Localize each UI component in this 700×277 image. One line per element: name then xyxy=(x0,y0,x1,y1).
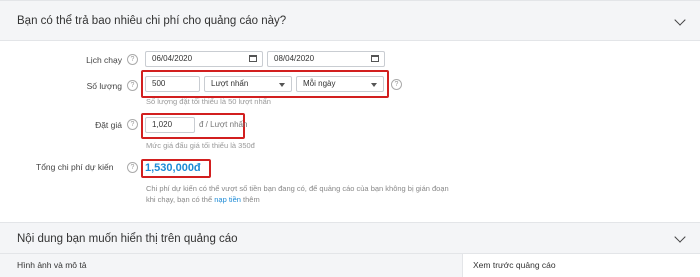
content-subheader: Hình ảnh và mô tả Xem trước quảng cáo xyxy=(0,254,700,277)
start-date-field[interactable]: 06/04/2020 xyxy=(145,51,263,67)
help-icon[interactable]: ? xyxy=(127,119,138,130)
total-label: Tổng chi phí dự kiến xyxy=(36,162,114,172)
content-section-header[interactable]: Nội dung bạn muốn hiển thị trên quảng cá… xyxy=(0,222,700,254)
end-date-value: 08/04/2020 xyxy=(274,54,315,63)
budget-section-header[interactable]: Bạn có thể trả bao nhiêu chi phí cho quả… xyxy=(0,0,700,41)
top-up-link[interactable]: nạp tiền xyxy=(214,195,241,204)
start-date-value: 06/04/2020 xyxy=(152,54,193,63)
quantity-unit-value: Lượt nhấn xyxy=(211,79,249,88)
help-icon[interactable]: ? xyxy=(127,162,138,173)
warning-suffix: thêm xyxy=(240,195,260,204)
end-date-field[interactable]: 08/04/2020 xyxy=(267,51,385,67)
images-description-label: Hình ảnh và mô tả xyxy=(17,260,87,270)
total-cost-value: 1,530,000đ xyxy=(145,162,201,174)
calendar-icon[interactable] xyxy=(249,55,257,62)
content-section-title: Nội dung bạn muốn hiển thị trên quảng cá… xyxy=(17,233,238,245)
help-icon[interactable]: ? xyxy=(127,80,138,91)
help-icon[interactable]: ? xyxy=(391,79,402,90)
quantity-unit-select[interactable]: Lượt nhấn xyxy=(204,76,292,92)
quantity-input[interactable]: 500 xyxy=(145,76,200,92)
chevron-down-icon[interactable] xyxy=(674,231,686,243)
schedule-label: Lịch chạy xyxy=(86,55,122,65)
bid-value: 1,020 xyxy=(152,120,173,129)
quantity-hint: Số lượng đặt tối thiểu là 50 lượt nhấn xyxy=(146,97,271,106)
dropdown-caret-icon xyxy=(279,83,285,87)
budget-warning: Chi phí dự kiến có thể vượt số tiền bạn … xyxy=(146,183,449,205)
warning-prefix: khi chạy, bạn có thể xyxy=(146,195,215,204)
help-icon[interactable]: ? xyxy=(127,54,138,65)
quantity-label: Số lượng xyxy=(86,81,122,91)
quantity-period-select[interactable]: Mỗi ngày xyxy=(296,76,384,92)
warning-line-2: khi chạy, bạn có thể nạp tiền thêm xyxy=(146,194,449,205)
bid-label: Đặt giá xyxy=(95,120,122,130)
quantity-period-value: Mỗi ngày xyxy=(303,79,336,88)
chevron-down-icon[interactable] xyxy=(674,14,686,26)
dropdown-caret-icon xyxy=(371,83,377,87)
calendar-icon[interactable] xyxy=(371,55,379,62)
quantity-value: 500 xyxy=(152,79,166,88)
preview-panel: Xem trước quảng cáo xyxy=(462,254,700,277)
warning-line-1: Chi phí dự kiến có thể vượt số tiền bạn … xyxy=(146,184,449,193)
bid-unit: đ / Lượt nhấn xyxy=(199,120,248,129)
preview-label: Xem trước quảng cáo xyxy=(473,260,556,270)
budget-section-title: Bạn có thể trả bao nhiêu chi phí cho quả… xyxy=(17,15,287,27)
bid-input[interactable]: 1,020 xyxy=(145,117,195,133)
bid-hint: Mức giá đấu giá tối thiểu là 350đ xyxy=(146,141,255,150)
